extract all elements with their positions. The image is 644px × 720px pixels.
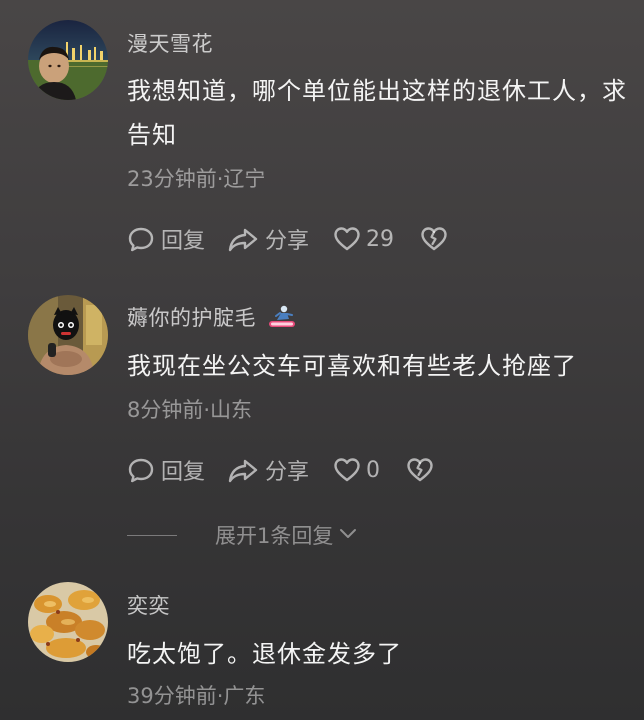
like-button[interactable]: 29 [333, 225, 394, 253]
avatar[interactable] [28, 20, 108, 100]
heart-icon [333, 225, 361, 253]
divider [127, 534, 177, 536]
comment-text: 吃太饱了。退休金发多了 [127, 640, 402, 668]
comment-text: 我想知道，哪个单位能出这样的退休工人，求告知 [127, 77, 627, 149]
username[interactable]: 漫天雪花 [127, 28, 213, 58]
broken-heart-icon [406, 456, 434, 484]
username-text: 薅你的护腚毛 [127, 306, 256, 330]
expand-replies-label: 展开1条回复 [215, 524, 334, 548]
comment-bubble-icon [127, 456, 155, 484]
dislike-button[interactable] [420, 225, 448, 253]
avatar[interactable] [28, 295, 108, 375]
avatar[interactable] [28, 582, 108, 662]
share-arrow-icon [227, 456, 259, 484]
comment-meta: 39分钟前·广东 [127, 684, 266, 708]
broken-heart-icon [420, 225, 448, 253]
expand-replies-button[interactable]: 展开1条回复 [127, 520, 359, 550]
reply-label: 回复 [161, 229, 206, 254]
share-label: 分享 [265, 229, 310, 254]
like-count: 0 [366, 457, 381, 483]
reply-button[interactable]: 回复 [127, 223, 205, 255]
username[interactable]: 薅你的护腚毛 [127, 302, 297, 335]
dislike-button[interactable] [406, 456, 434, 484]
comment-actions: 回复 分享 0 [127, 455, 434, 485]
like-count: 29 [366, 226, 395, 252]
snowboarder-badge-icon [267, 304, 297, 335]
comment-text: 我现在坐公交车可喜欢和有些老人抢座了 [127, 352, 577, 380]
comment-meta: 8分钟前·山东 [127, 398, 253, 422]
share-label: 分享 [265, 460, 310, 485]
share-button[interactable]: 分享 [227, 223, 309, 255]
username[interactable]: 奕奕 [127, 590, 170, 620]
like-button[interactable]: 0 [333, 456, 380, 484]
share-button[interactable]: 分享 [227, 454, 309, 486]
reply-label: 回复 [161, 460, 206, 485]
reply-button[interactable]: 回复 [127, 454, 205, 486]
chevron-down-icon [333, 522, 359, 549]
comment-bubble-icon [127, 225, 155, 253]
comment-actions: 回复 分享 29 [127, 224, 448, 254]
heart-icon [333, 456, 361, 484]
share-arrow-icon [227, 225, 259, 253]
comment-meta: 23分钟前·辽宁 [127, 167, 266, 191]
